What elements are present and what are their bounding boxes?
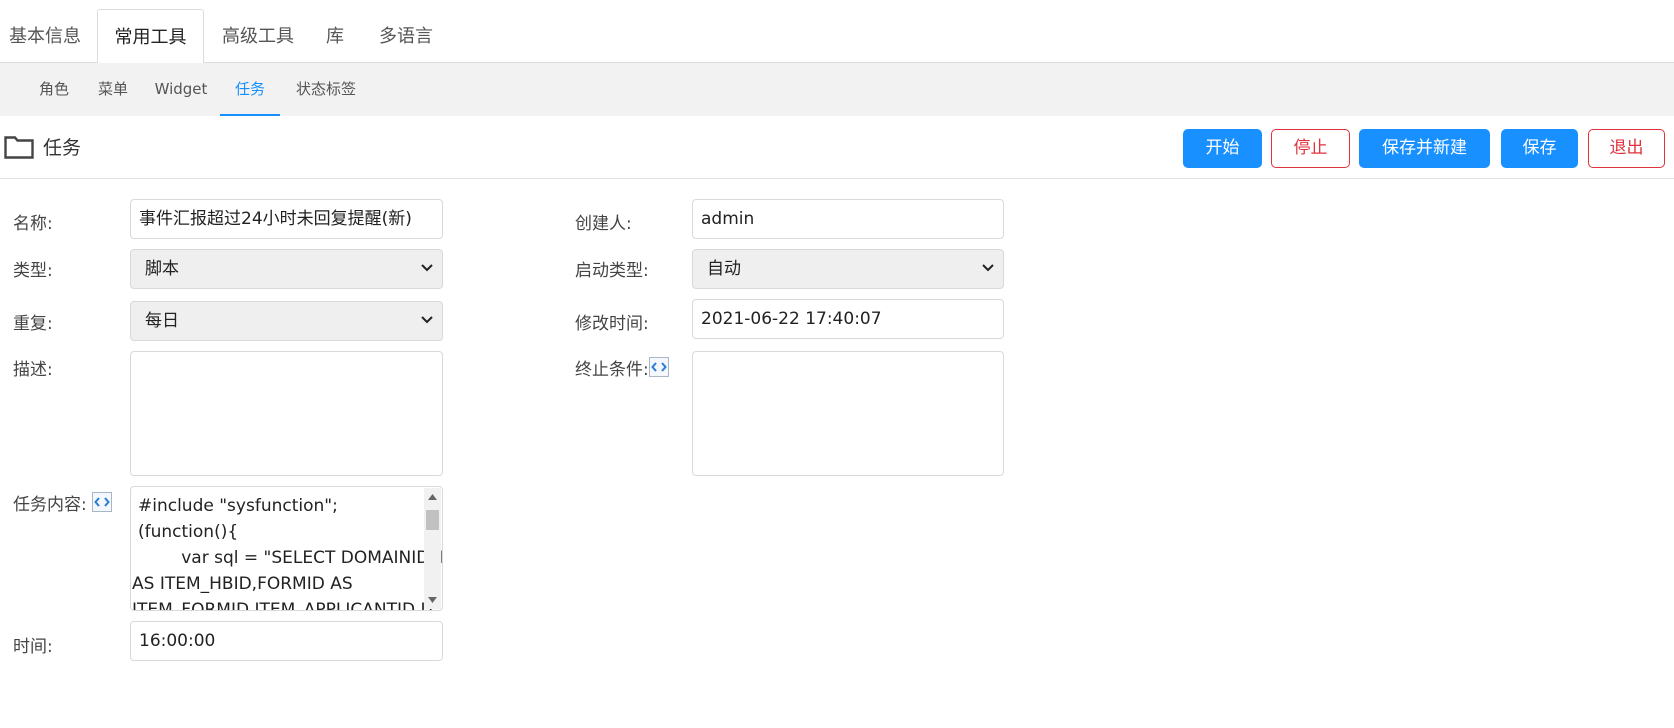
time-label: 时间: [13, 637, 53, 657]
task-content-label: 任务内容: [13, 495, 87, 515]
code-line: #include "sysfunction"; [138, 496, 338, 516]
task-content-editor[interactable]: #include "sysfunction"; (function(){ var… [130, 486, 443, 611]
code-editor-icon[interactable] [649, 357, 669, 377]
type-label: 类型: [13, 261, 53, 281]
name-label: 名称: [13, 214, 53, 234]
type-select[interactable]: 脚本 [130, 249, 443, 289]
tab-label: 高级工具 [222, 26, 294, 47]
top-tab-bar: 基本信息 常用工具 高级工具 库 多语言 [0, 0, 1674, 64]
description-label: 描述: [13, 360, 53, 380]
stop-condition-label: 终止条件: [575, 360, 649, 380]
subtab-status-tags[interactable]: 状态标签 [294, 63, 358, 116]
chevron-down-icon [982, 264, 994, 272]
subtab-roles[interactable]: 角色 [37, 63, 71, 116]
tab-multilanguage[interactable]: 多语言 [379, 9, 433, 63]
page-title: 任务 [43, 137, 82, 159]
tab-label: 库 [326, 26, 344, 47]
description-textarea[interactable] [130, 351, 443, 476]
name-input[interactable]: 事件汇报超过24小时未回复提醒(新) [130, 199, 443, 239]
folder-icon [4, 136, 34, 159]
subtab-tasks[interactable]: 任务 [220, 63, 280, 116]
code-line: (function(){ [138, 522, 239, 542]
chevron-down-icon [421, 316, 433, 324]
start-type-label: 启动类型: [575, 261, 649, 281]
save-button[interactable]: 保存 [1501, 129, 1578, 168]
toolbar: 任务 开始 停止 保存并新建 保存 退出 [0, 116, 1674, 179]
scroll-thumb[interactable] [426, 510, 439, 530]
start-button[interactable]: 开始 [1183, 129, 1262, 168]
tab-label: 基本信息 [9, 26, 81, 47]
code-editor-icon[interactable] [92, 492, 112, 512]
repeat-select-value: 每日 [145, 311, 179, 331]
code-line: var sql = "SELECT DOMAINID,ID [138, 548, 443, 568]
subtab-widget[interactable]: Widget [154, 63, 208, 116]
stop-button[interactable]: 停止 [1271, 129, 1350, 168]
type-select-value: 脚本 [145, 259, 179, 279]
sub-tab-bar: 角色 菜单 Widget 任务 状态标签 [0, 63, 1674, 116]
start-type-select-value: 自动 [707, 259, 741, 279]
time-input[interactable]: 16:00:00 [130, 621, 443, 661]
tab-advanced-tools[interactable]: 高级工具 [222, 9, 294, 63]
chevron-down-icon [421, 264, 433, 272]
tab-common-tools[interactable]: 常用工具 [97, 9, 204, 64]
modified-time-input[interactable]: 2021-06-22 17:40:07 [692, 299, 1004, 339]
creator-input[interactable]: admin [692, 199, 1004, 239]
repeat-label: 重复: [13, 314, 53, 334]
modified-time-label: 修改时间: [575, 314, 649, 334]
code-line: ITEM_FORMID,ITEM_APPLICANTID,IT [132, 600, 436, 611]
repeat-select[interactable]: 每日 [130, 301, 443, 341]
subtab-menu[interactable]: 菜单 [96, 63, 130, 116]
tab-basic-info[interactable]: 基本信息 [9, 9, 81, 63]
tab-library[interactable]: 库 [326, 9, 344, 63]
code-line: AS ITEM_HBID,FORMID AS [132, 574, 353, 594]
tab-label: 多语言 [379, 26, 433, 47]
scroll-up-icon[interactable] [428, 494, 437, 500]
start-type-select[interactable]: 自动 [692, 249, 1004, 289]
exit-button[interactable]: 退出 [1588, 129, 1665, 168]
scroll-down-icon[interactable] [428, 597, 437, 603]
save-and-new-button[interactable]: 保存并新建 [1359, 129, 1490, 168]
tab-label: 常用工具 [114, 27, 187, 48]
stop-condition-textarea[interactable] [692, 351, 1004, 476]
vertical-scrollbar[interactable] [424, 488, 441, 609]
creator-label: 创建人: [575, 214, 632, 234]
